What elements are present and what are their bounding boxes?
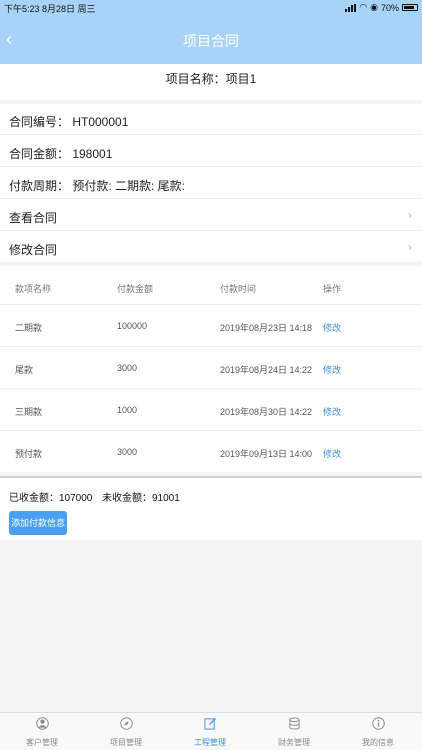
row-edit-link[interactable]: 修改 — [323, 321, 341, 334]
row-time: 2019年08月23日 14:18 — [220, 323, 313, 333]
row-time: 2019年08月30日 14:22 — [220, 407, 313, 417]
tab-my-info[interactable]: 我的信息 — [336, 713, 420, 750]
header-name: 款项名称 — [15, 284, 52, 294]
header-time: 付款时间 — [220, 284, 257, 294]
status-bar: 下午5:23 8月28日 周三 ◠ ◉ 70% — [0, 0, 422, 14]
chevron-right-icon: › — [408, 240, 412, 254]
signal-icon — [345, 3, 357, 12]
row-name: 三期款 — [15, 407, 43, 417]
view-contract-label: 查看合同 — [9, 211, 58, 225]
unreceived-amount: 未收金额：91001 — [102, 493, 180, 504]
row-time: 2019年09月13日 14:00 — [220, 449, 313, 459]
received-amount: 已收金额：107000 — [9, 493, 93, 504]
battery-percent: 70% — [380, 2, 399, 13]
contract-number: 合同编号： HT000001 — [9, 115, 129, 129]
divider — [0, 304, 422, 305]
edit-contract-row[interactable]: 修改合同 › — [0, 232, 422, 263]
header-amount: 付款金额 — [117, 284, 154, 294]
wifi-icon: ◠ — [359, 2, 368, 12]
tab-project[interactable]: 项目管理 — [84, 713, 168, 750]
contract-amount: 合同金额： 198001 — [9, 147, 113, 161]
contract-info: 合同编号： HT000001 合同金额： 198001 付款周期： 预付款: 二… — [0, 104, 422, 263]
header-action: 操作 — [323, 284, 342, 294]
row-time: 2019年08月24日 14:22 — [220, 365, 313, 375]
row-amount: 100000 — [117, 321, 148, 331]
row-amount: 3000 — [117, 447, 138, 457]
status-indicators: ◠ ◉ 70% — [345, 2, 418, 13]
person-icon — [36, 717, 49, 730]
chevron-right-icon: › — [408, 208, 412, 222]
page-title: 项目合同 — [183, 33, 239, 49]
view-contract-row[interactable]: 查看合同 › — [0, 200, 422, 231]
row-edit-link[interactable]: 修改 — [323, 447, 341, 460]
row-amount: 3000 — [117, 363, 138, 373]
tab-customer[interactable]: 客户管理 — [0, 713, 84, 750]
tab-label: 工程管理 — [194, 738, 226, 747]
payment-terms: 付款周期： 预付款: 二期款: 尾款: — [9, 179, 186, 193]
tab-engineering[interactable]: 工程管理 — [168, 713, 252, 750]
row-name: 尾款 — [15, 365, 34, 375]
database-icon — [289, 717, 300, 730]
payment-table: 款项名称 付款金额 付款时间 操作 二期款 100000 2019年08月23日… — [0, 266, 422, 472]
info-icon — [372, 717, 385, 730]
payment-summary: 已收金额：107000 未收金额：91001 添加付款信息 — [0, 476, 422, 540]
edit-contract-label: 修改合同 — [9, 243, 58, 257]
row-name: 预付款 — [15, 449, 43, 459]
divider — [0, 346, 422, 347]
location-icon: ◉ — [370, 2, 378, 12]
contract-number-row: 合同编号： HT000001 — [0, 104, 422, 135]
row-name: 二期款 — [15, 323, 43, 333]
tab-label: 我的信息 — [362, 738, 394, 747]
payment-terms-row: 付款周期： 预付款: 二期款: 尾款: — [0, 168, 422, 199]
tab-label: 项目管理 — [110, 738, 142, 747]
row-edit-link[interactable]: 修改 — [323, 363, 341, 376]
tab-bar: 客户管理 项目管理 工程管理 财务管理 我的信息 — [0, 712, 422, 750]
nav-bar: ‹ 项目合同 — [0, 14, 422, 64]
battery-icon — [402, 4, 418, 11]
tab-label: 客户管理 — [26, 738, 58, 747]
edit-icon — [204, 717, 217, 730]
tab-label: 财务管理 — [278, 738, 310, 747]
project-name: 项目名称：项目1 — [0, 64, 422, 100]
compass-icon — [120, 717, 133, 730]
contract-amount-row: 合同金额： 198001 — [0, 136, 422, 167]
divider — [0, 388, 422, 389]
row-amount: 1000 — [117, 405, 138, 415]
row-edit-link[interactable]: 修改 — [323, 405, 341, 418]
divider — [0, 430, 422, 431]
tab-finance[interactable]: 财务管理 — [252, 713, 336, 750]
add-payment-button[interactable]: 添加付款信息 — [9, 511, 67, 535]
